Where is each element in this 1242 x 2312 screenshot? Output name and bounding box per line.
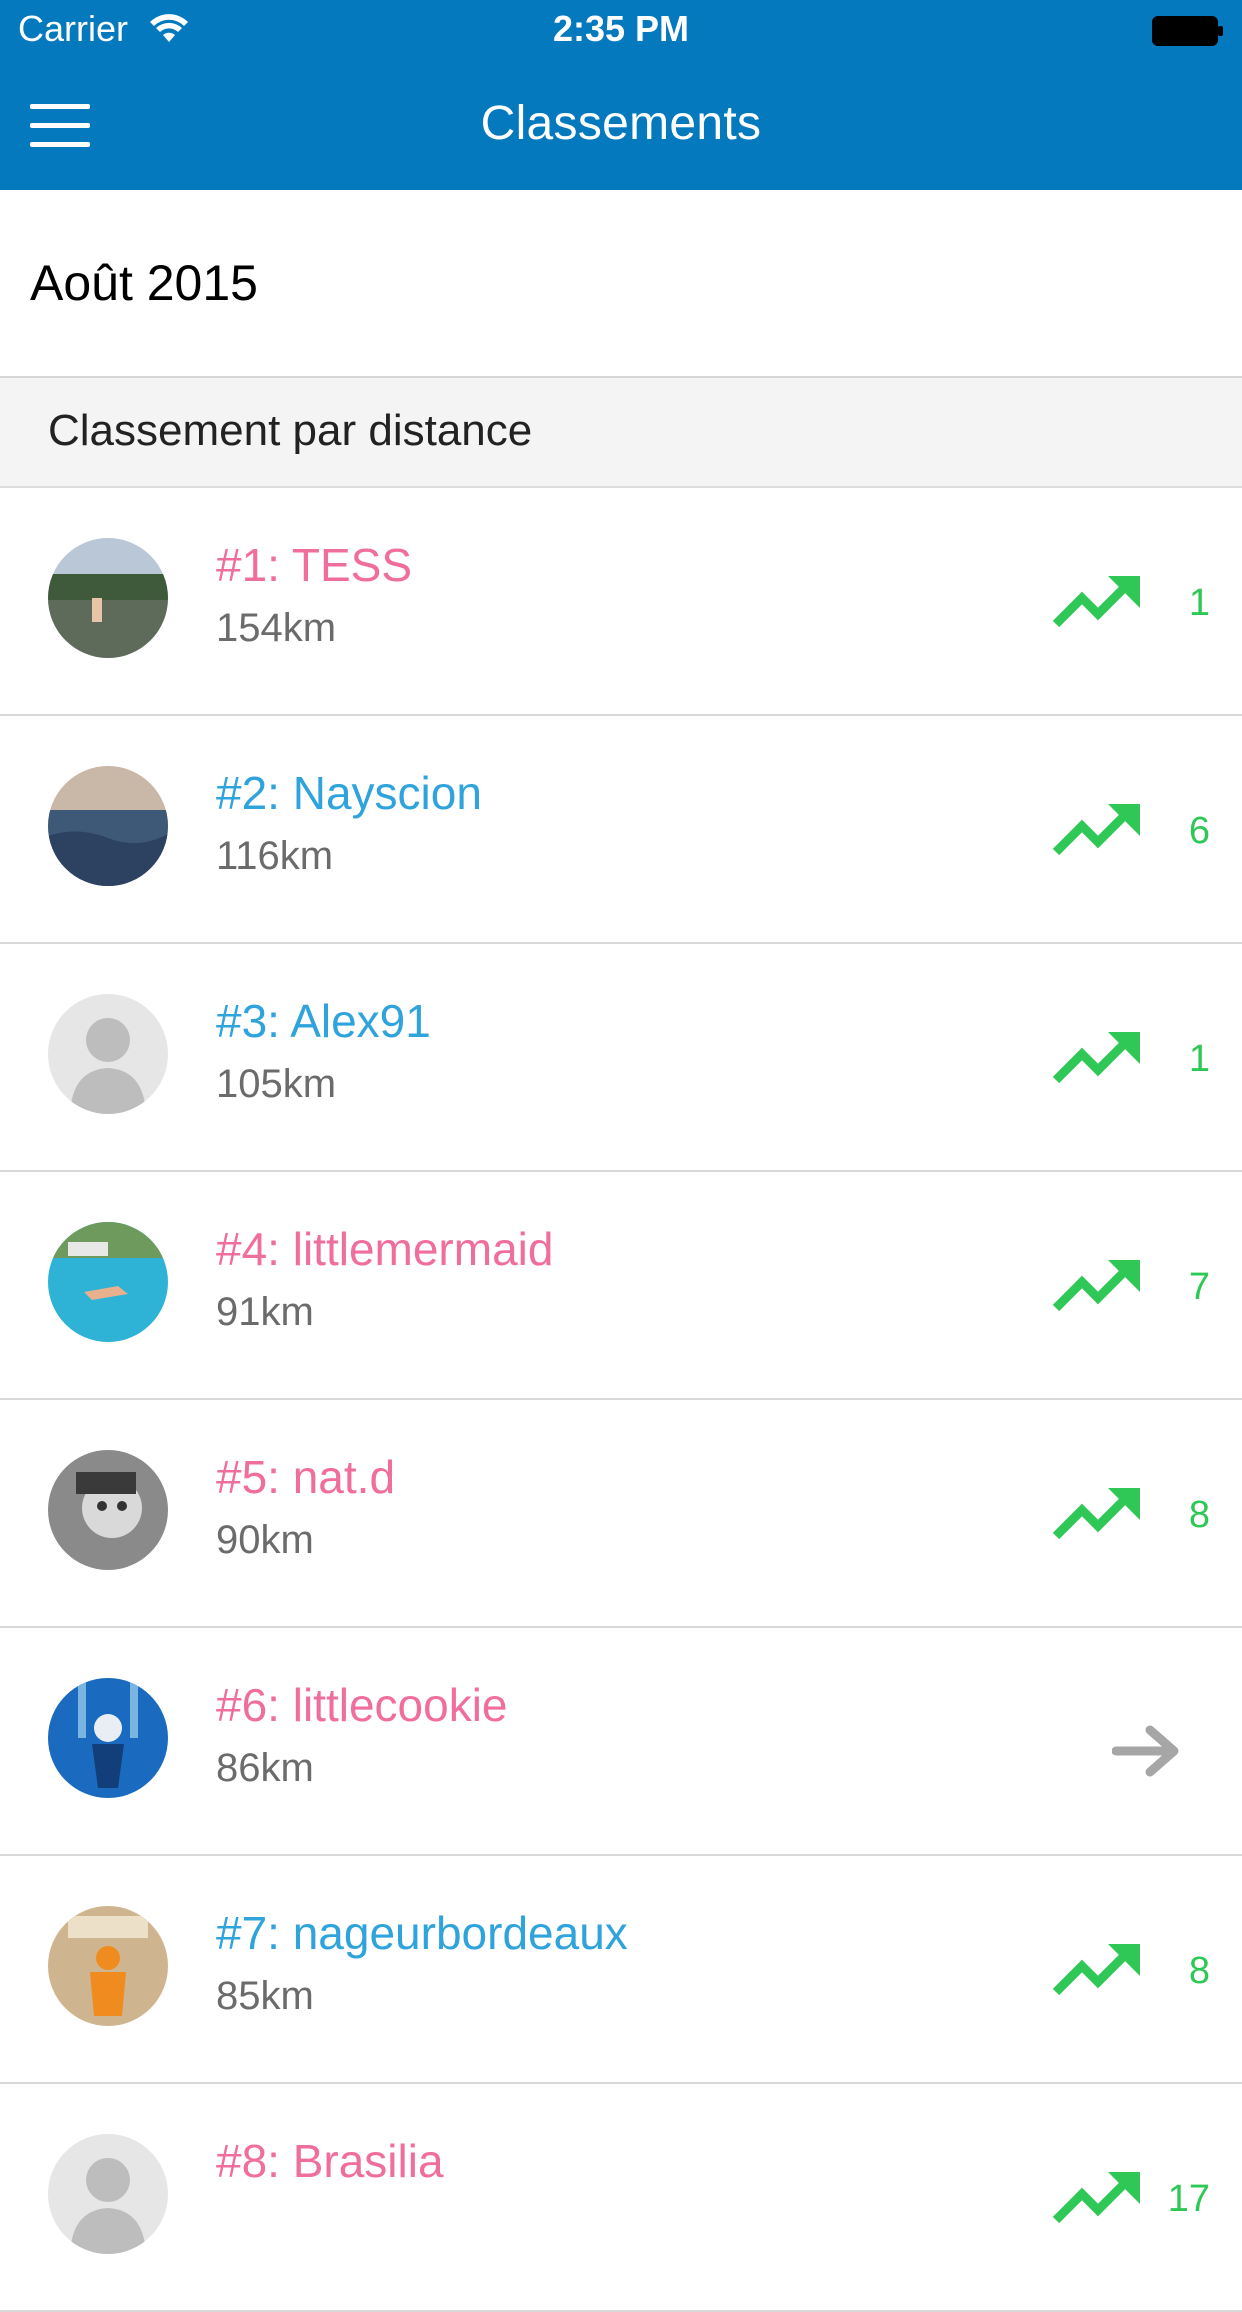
ranking-row[interactable]: #5: nat.d 90km 8 bbox=[0, 1400, 1242, 1628]
section-header: Classement par distance bbox=[0, 378, 1242, 488]
user-name[interactable]: #3: Alex91 bbox=[216, 994, 431, 1048]
avatar[interactable] bbox=[48, 994, 168, 1114]
avatar[interactable] bbox=[48, 1678, 168, 1798]
rank-change: 1 bbox=[1010, 1030, 1210, 1090]
section-title: Classement par distance bbox=[48, 406, 533, 455]
rank-change-value: 1 bbox=[1188, 582, 1210, 624]
ranking-row[interactable]: #6: littlecookie 86km bbox=[0, 1628, 1242, 1856]
user-name[interactable]: #5: nat.d bbox=[216, 1450, 395, 1504]
header-bar: Carrier 2:35 PM Classements bbox=[0, 0, 1242, 190]
trending-up-icon bbox=[1052, 1032, 1140, 1084]
arrow-right-icon bbox=[1112, 1725, 1179, 1777]
status-time: 2:35 PM bbox=[552, 8, 690, 49]
rank-change: 8 bbox=[1010, 1486, 1210, 1546]
avatar[interactable] bbox=[48, 1222, 168, 1342]
user-name[interactable]: #2: Nayscion bbox=[216, 766, 482, 820]
trending-up-icon bbox=[1052, 1488, 1140, 1540]
avatar[interactable] bbox=[48, 1450, 168, 1570]
trending-up-icon bbox=[1052, 1260, 1140, 1312]
distance-value: 90km bbox=[216, 1518, 314, 1562]
trending-up-icon bbox=[1052, 576, 1140, 628]
distance-value: 105km bbox=[216, 1062, 337, 1106]
user-name[interactable]: #7: nageurbordeaux bbox=[216, 1906, 628, 1960]
rank-change-value: 7 bbox=[1188, 1266, 1210, 1308]
distance-value: 85km bbox=[216, 1974, 314, 2018]
rank-change-value: 8 bbox=[1188, 1494, 1210, 1536]
user-name[interactable]: #8: Brasilia bbox=[216, 2134, 444, 2188]
ranking-row[interactable]: #2: Nayscion 116km 6 bbox=[0, 716, 1242, 944]
ranking-row[interactable]: #3: Alex91 105km 1 bbox=[0, 944, 1242, 1172]
distance-value: 86km bbox=[216, 1746, 314, 1790]
distance-value: 91km bbox=[216, 1290, 314, 1334]
avatar[interactable] bbox=[48, 2134, 168, 2254]
rank-change-value: 17 bbox=[1167, 2178, 1210, 2220]
month-selector[interactable]: Août 2015 bbox=[0, 190, 1242, 378]
avatar[interactable] bbox=[48, 766, 168, 886]
battery-icon bbox=[1152, 16, 1223, 46]
rank-change-value: 8 bbox=[1188, 1950, 1210, 1992]
user-name[interactable]: #6: littlecookie bbox=[216, 1678, 508, 1732]
trending-up-icon bbox=[1052, 2172, 1140, 2224]
rank-change: 17 bbox=[1010, 2170, 1210, 2230]
ranking-list: #1: TESS 154km 1 #2: Nayscion 116km 6 #3: Alex… bbox=[0, 488, 1242, 2312]
ranking-row[interactable]: #7: nageurbordeaux 85km 8 bbox=[0, 1856, 1242, 2084]
page-title: Classements bbox=[480, 97, 762, 150]
distance-value: 116km bbox=[216, 834, 334, 878]
avatar[interactable] bbox=[48, 538, 168, 658]
ranking-row[interactable]: #4: littlemermaid 91km 7 bbox=[0, 1172, 1242, 1400]
rank-change: 8 bbox=[1010, 1942, 1210, 2002]
trending-up-icon bbox=[1052, 1944, 1140, 1996]
user-name[interactable]: #4: littlemermaid bbox=[216, 1222, 553, 1276]
status-bar: Carrier 2:35 PM bbox=[0, 0, 1242, 60]
rank-change-value: 1 bbox=[1188, 1038, 1210, 1080]
user-name[interactable]: #1: TESS bbox=[216, 538, 412, 592]
distance-value: 154km bbox=[216, 606, 337, 650]
rank-change: 6 bbox=[1010, 802, 1210, 862]
month-label: Août 2015 bbox=[30, 255, 258, 311]
ranking-row[interactable]: #1: TESS 154km 1 bbox=[0, 488, 1242, 716]
ranking-row[interactable]: #8: Brasilia 17 bbox=[0, 2084, 1242, 2312]
rank-change: 7 bbox=[1010, 1258, 1210, 1318]
avatar[interactable] bbox=[48, 1906, 168, 2026]
rank-change-value: 6 bbox=[1188, 810, 1210, 852]
trending-up-icon bbox=[1052, 804, 1140, 856]
rank-change: 1 bbox=[1010, 574, 1210, 634]
